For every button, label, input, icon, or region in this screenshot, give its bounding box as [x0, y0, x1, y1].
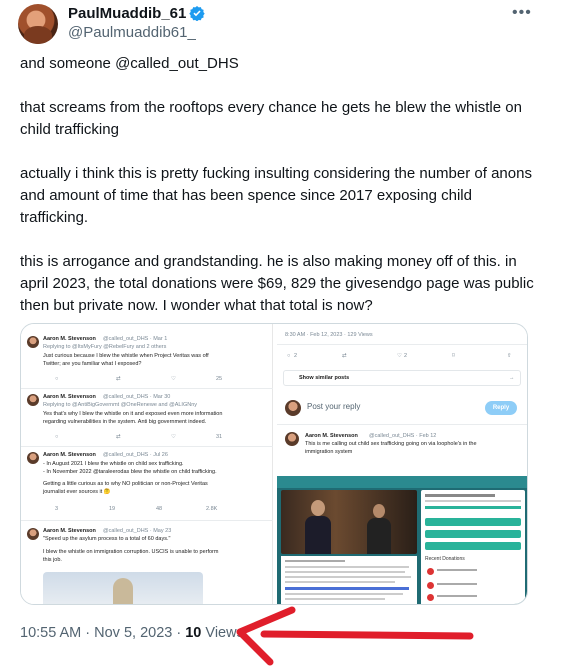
repost-icon: ⇄ — [116, 376, 121, 382]
like-count: 2 — [404, 353, 408, 359]
post-author: Aaron M. Stevenson — [43, 336, 96, 342]
views-count: 25 — [216, 376, 223, 382]
reply-to: Replying to @ItsMyFury @RebelFury and 2 … — [43, 344, 167, 350]
views-count: 2.8K — [206, 506, 218, 512]
like-icon: ♡ — [171, 376, 176, 382]
reply-count: 3 — [55, 506, 59, 512]
post-text: Getting a little curious as to why NO po… — [43, 481, 208, 487]
repost-icon: ⇄ — [342, 353, 347, 359]
bookmark-icon: ⌑ — [452, 353, 455, 359]
post-handle: @called_out_DHS · Jul 26 — [103, 452, 168, 458]
post-text: Yes that's why I blew the whistle on it … — [43, 411, 223, 417]
arrow-right-icon: → — [509, 375, 515, 381]
avatar — [285, 400, 301, 416]
person-shape — [367, 518, 391, 554]
tweet-paragraph: that screams from the rooftops every cha… — [20, 99, 522, 138]
like-count: 48 — [156, 506, 163, 512]
repost-icon: ⇄ — [116, 434, 121, 440]
divider — [21, 520, 273, 521]
post-handle: @called_out_DHS · Mar 1 — [103, 336, 168, 342]
like-icon: ♡ — [171, 434, 176, 440]
show-similar-label[interactable]: Show similar posts — [299, 375, 349, 382]
more-options-icon[interactable]: ••• — [512, 4, 532, 22]
video-thumbnail — [281, 490, 417, 554]
post-text: journalist ever sources it 🤔 — [43, 489, 111, 495]
post-text: I blew the whistle on immigration corrup… — [43, 549, 219, 555]
views-label: Views — [201, 625, 244, 641]
reply-to: Replying to @AntiBigGovernmt @OneRenewe … — [43, 402, 198, 408]
repost-count: 19 — [109, 506, 116, 512]
post-author: Aaron M. Stevenson — [43, 394, 96, 400]
reply-icon: ○ — [55, 434, 59, 440]
time-date[interactable]: 10:55 AM · Nov 5, 2023 · — [20, 625, 185, 641]
reply-button[interactable]: Reply — [485, 401, 517, 415]
tweet-timestamp[interactable]: 10:55 AM · Nov 5, 2023 · 10 Views — [20, 625, 244, 641]
share-icon: ⇧ — [507, 353, 512, 359]
tweet-paragraph: this is arrogance and grandstanding. he … — [20, 253, 534, 314]
embedded-screenshot: Recent Donations — [277, 476, 527, 604]
tweet-paragraph: actually i think this is pretty fucking … — [20, 165, 532, 226]
like-icon: ♡ — [397, 353, 402, 359]
post-text: "Speed up the asylum process to a total … — [43, 536, 171, 542]
post-text: This is me calling out child sex traffic… — [305, 441, 477, 447]
post-meta: 8:30 AM · Feb 12, 2023 · 129 Views — [285, 332, 373, 338]
avatar — [27, 336, 39, 348]
tweet: PaulMuaddib_61 @Paulmuaddib61_ ••• and s… — [0, 0, 563, 669]
reply-count: 2 — [294, 353, 298, 359]
embedded-header — [277, 476, 527, 488]
donations-heading: Recent Donations — [425, 556, 465, 562]
post-text: Just curious because I blew the whistle … — [43, 353, 209, 359]
post-text: regarding vulnerabilities in the system.… — [43, 419, 207, 425]
media-image-left[interactable]: Aaron M. Stevenson @called_out_DHS · Mar… — [21, 324, 273, 604]
person-shape — [373, 504, 385, 518]
person-shape — [305, 516, 331, 554]
post-text: Twitter; are you familiar what I exposed… — [43, 361, 142, 367]
donation-panel: Recent Donations — [421, 490, 525, 604]
views-count: 10 — [185, 625, 202, 641]
person-shape — [311, 500, 325, 516]
media-image-right[interactable]: 8:30 AM · Feb 12, 2023 · 129 Views ○ 2 ⇄… — [277, 324, 527, 604]
tweet-paragraph: and someone @called_out_DHS — [20, 55, 239, 72]
tweet-media[interactable]: Aaron M. Stevenson @called_out_DHS · Mar… — [20, 323, 528, 605]
avatar[interactable] — [18, 4, 58, 44]
post-handle: @called_out_DHS · Feb 12 — [369, 433, 437, 439]
divider — [277, 344, 527, 345]
post-author: Aaron M. Stevenson — [305, 433, 358, 439]
author-name[interactable]: PaulMuaddib_61 — [68, 5, 206, 22]
divider — [21, 446, 273, 447]
post-author: Aaron M. Stevenson — [43, 452, 96, 458]
post-image — [43, 572, 203, 604]
divider — [21, 388, 273, 389]
reply-input[interactable]: Post your reply — [307, 402, 360, 411]
arrow-shaft — [260, 630, 474, 640]
embedded-text-area — [281, 556, 417, 604]
post-text: this job. — [43, 557, 62, 563]
tweet-text: and someone @called_out_DHS that screams… — [20, 53, 540, 317]
post-handle: @called_out_DHS · Mar 30 — [103, 394, 171, 400]
avatar — [27, 452, 39, 464]
reply-icon: ○ — [287, 353, 291, 359]
post-handle: @called_out_DHS · May 23 — [103, 528, 172, 534]
reply-icon: ○ — [55, 376, 59, 382]
verified-badge-icon — [189, 6, 206, 21]
avatar — [27, 394, 39, 406]
divider — [277, 424, 527, 425]
arrow-head — [236, 606, 296, 666]
avatar — [285, 432, 299, 446]
post-text: immigration system — [305, 449, 353, 455]
post-text: - In August 2021 I blew the whistle on c… — [43, 461, 184, 467]
display-name[interactable]: PaulMuaddib_61 — [68, 5, 186, 22]
building-shape — [113, 578, 133, 604]
views-count: 31 — [216, 434, 223, 440]
author-handle[interactable]: @Paulmuaddib61_ — [68, 24, 196, 41]
post-author: Aaron M. Stevenson — [43, 528, 96, 534]
avatar — [27, 528, 39, 540]
post-text: - In November 2022 @taraleerodas blew th… — [43, 469, 217, 475]
